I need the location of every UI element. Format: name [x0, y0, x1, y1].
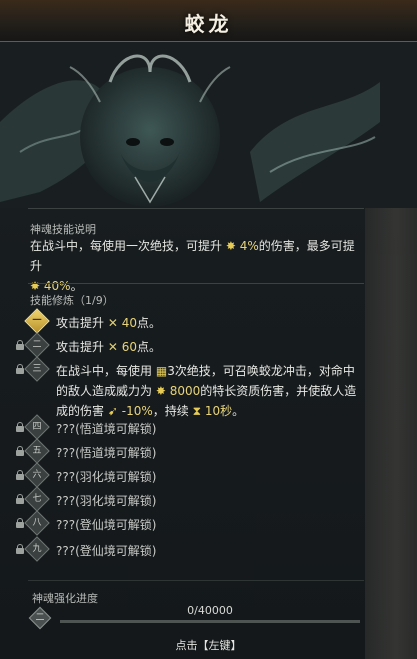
skill-text: ???(悟道境可解锁): [56, 422, 157, 436]
sun-icon: ✸: [225, 239, 236, 253]
skill-item-3[interactable]: 三 在战斗中，每使用 ▦3次绝技，可召唤蛟龙冲击，对命中 的敌人造成威力为 ✸ …: [14, 356, 374, 421]
skill-label: 成的伤害: [56, 404, 105, 418]
tier-numeral: 一: [32, 316, 42, 326]
tier-numeral: 四: [32, 422, 42, 432]
skill-text: ???(悟道境可解锁): [56, 446, 157, 460]
cross-icon: ✕: [107, 340, 118, 354]
skill-item-4[interactable]: 四 ???(悟道境可解锁): [14, 414, 374, 440]
skill-value: 10秒: [204, 404, 233, 418]
hourglass-icon: ⧗: [192, 404, 202, 418]
desc-value: 4%: [239, 239, 259, 253]
desc-text: 在战斗中，每使用一次绝技，可提升: [30, 239, 223, 253]
skill-label: ，持续: [152, 404, 189, 418]
skill-label: 的特长资质伤害，并使敌人造: [200, 384, 357, 398]
skill-text: 在战斗中，每使用 ▦3次绝技，可召唤蛟龙冲击，对命中 的敌人造成威力为 ✸ 80…: [56, 361, 371, 421]
tier-numeral: 六: [32, 470, 42, 480]
skill-label: 3次绝技，可召唤蛟龙冲击，对命中: [167, 364, 355, 378]
tier-numeral: 九: [32, 544, 42, 554]
skill-value: -10%: [121, 404, 153, 418]
skill-desc-heading: 神魂技能说明: [30, 223, 96, 236]
desc-text: 。: [70, 279, 83, 293]
skill-suffix: 点。: [137, 340, 162, 354]
skill-item-9[interactable]: 九 ???(登仙境可解锁): [14, 536, 374, 562]
tier-numeral: 二: [32, 340, 42, 350]
skill-text: ???(登仙境可解锁): [56, 544, 157, 558]
skill-item-7[interactable]: 七 ???(羽化境可解锁): [14, 486, 374, 512]
skill-item-5[interactable]: 五 ???(悟道境可解锁): [14, 438, 374, 464]
progress-text: 0/40000: [187, 604, 233, 617]
skill-text: 攻击提升 ✕ 60点。: [56, 337, 371, 357]
skill-desc-text: 在战斗中，每使用一次绝技，可提升 ✸ 4%的伤害，最多可提升 ✸ 40%。: [30, 236, 365, 296]
tier-numeral: 三: [32, 364, 42, 374]
section-divider: [28, 580, 364, 581]
dragon-icon: [0, 42, 417, 208]
skill-label: 的敌人造成威力为: [56, 384, 153, 398]
skill-suffix: 点。: [137, 316, 162, 330]
skill-item-2[interactable]: 二 攻击提升 ✕ 60点。: [14, 332, 374, 358]
arrow-down-icon: ➹: [107, 404, 118, 418]
skill-item-8[interactable]: 八 ???(登仙境可解锁): [14, 510, 374, 536]
section-divider: [28, 208, 364, 209]
skill-label: 攻击提升: [56, 340, 105, 354]
tier-numeral: 五: [32, 446, 42, 456]
skill-item-1[interactable]: 一 攻击提升 ✕ 40点。: [14, 308, 374, 334]
skill-label: 攻击提升: [56, 316, 105, 330]
skill-text: ???(羽化境可解锁): [56, 470, 157, 484]
skill-value: 8000: [169, 384, 201, 398]
skill-value: 40: [121, 316, 138, 330]
desc-value: 40%: [43, 279, 71, 293]
training-heading: 技能修炼（1/9）: [30, 294, 114, 307]
section-divider: [28, 283, 364, 284]
progress-level: 二: [35, 613, 45, 623]
panel-title: 蛟龙: [184, 12, 233, 36]
sun-icon: ✸: [30, 279, 41, 293]
dragon-illustration: [0, 42, 417, 208]
skill-item-6[interactable]: 六 ???(羽化境可解锁): [14, 462, 374, 488]
skill-label: 在战斗中，每使用: [56, 364, 153, 378]
click-hint-button[interactable]: 点击【左键】: [0, 637, 417, 653]
scroll-icon: ▦: [155, 364, 168, 378]
tier-numeral: 七: [32, 494, 42, 504]
skill-label: 。: [232, 404, 245, 418]
sun-icon: ✸: [155, 384, 166, 398]
skill-text: 攻击提升 ✕ 40点。: [56, 313, 371, 333]
tier-numeral: 八: [32, 518, 42, 528]
cross-icon: ✕: [107, 316, 118, 330]
skill-value: 60: [121, 340, 138, 354]
progress-bar: [60, 620, 360, 623]
skill-text: ???(羽化境可解锁): [56, 494, 157, 508]
skill-text: ???(登仙境可解锁): [56, 518, 157, 532]
soul-skill-panel: 蛟龙 神魂技能说明 在战斗中，每使用一次绝技，可提升 ✸ 4%的伤害，最多可提升…: [0, 0, 417, 659]
title-bar: 蛟龙: [0, 0, 417, 42]
